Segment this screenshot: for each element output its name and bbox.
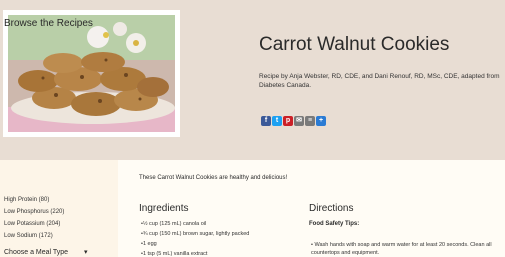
more-share-icon[interactable]: + — [316, 116, 326, 126]
sidebar-item-low-sodium[interactable]: Low Sodium (172) — [4, 233, 53, 239]
recipe-photo-frame — [3, 10, 180, 137]
ingredients-heading: Ingredients — [139, 203, 189, 214]
recipe-byline: Recipe by Anja Webster, RD, CDE, and Dan… — [259, 73, 500, 89]
twitter-icon[interactable]: t — [272, 116, 282, 126]
ingredient-item: 1 tsp (5 mL) vanilla extract — [141, 251, 208, 257]
sidebar-title: Browse the Recipes — [4, 18, 93, 29]
print-icon[interactable]: ≡ — [305, 116, 315, 126]
facebook-icon[interactable]: f — [261, 116, 271, 126]
cookies-image — [8, 15, 175, 132]
ingredient-item: 1 egg — [141, 241, 157, 247]
meal-type-select-label: Choose a Meal Type — [4, 249, 69, 256]
directions-heading: Directions — [309, 203, 354, 214]
recipe-intro: These Carrot Walnut Cookies are healthy … — [139, 175, 288, 181]
meal-type-select[interactable]: Choose a Meal Type ▾ — [4, 248, 88, 256]
food-safety-heading: Food Safety Tips: — [309, 221, 360, 227]
ingredient-item: ½ cup (125 mL) canola oil — [141, 221, 206, 227]
recipe-photo — [8, 15, 175, 132]
sidebar-item-low-phosphorus[interactable]: Low Phosphorus (220) — [4, 209, 64, 215]
share-bar: f t p ✉ ≡ + — [261, 116, 326, 126]
sidebar-item-high-protein[interactable]: High Protein (80) — [4, 197, 49, 203]
direction-step: Wash hands with soap and warm water for … — [311, 241, 501, 257]
recipe-title: Carrot Walnut Cookies — [259, 34, 450, 55]
ingredient-item: ¾ cup (150 mL) brown sugar, lightly pack… — [141, 231, 249, 237]
chevron-down-icon: ▾ — [84, 249, 88, 256]
sidebar-item-low-potassium[interactable]: Low Potassium (204) — [4, 221, 60, 227]
pinterest-icon[interactable]: p — [283, 116, 293, 126]
email-icon[interactable]: ✉ — [294, 116, 304, 126]
